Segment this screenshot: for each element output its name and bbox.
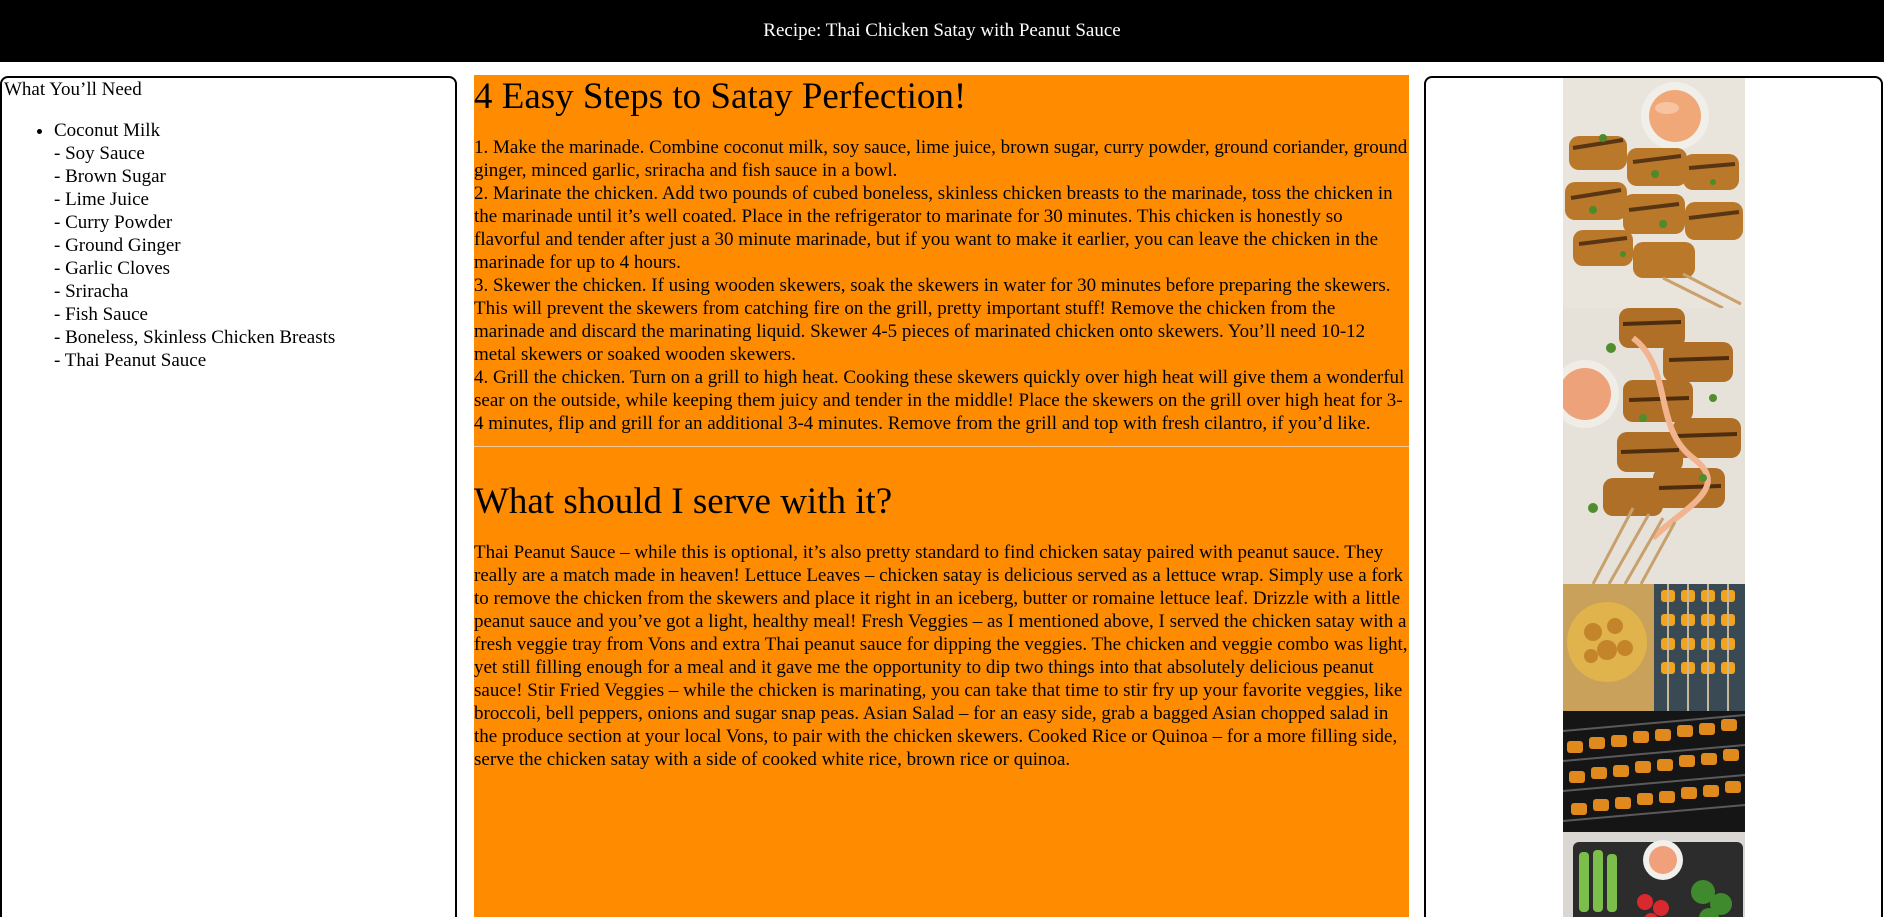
steps-section: 4 Easy Steps to Satay Perfection! 1. Mak… xyxy=(474,76,1409,435)
photos-panel xyxy=(1424,76,1883,917)
serve-heading: What should I serve with it? xyxy=(474,481,893,522)
page-header: Recipe: Thai Chicken Satay with Peanut S… xyxy=(0,0,1884,62)
page: Recipe: Thai Chicken Satay with Peanut S… xyxy=(0,0,1884,917)
satay-skewers-sauce-photo xyxy=(1563,308,1745,584)
ingredient-item: - Thai Peanut Sauce xyxy=(54,350,207,371)
step-item: 2. Marinate the chicken. Add two pounds … xyxy=(474,183,1393,273)
ingredient-item: - Fish Sauce xyxy=(54,304,148,325)
step-item: 3. Skewer the chicken. If using wooden s… xyxy=(474,275,1391,365)
page-title: Recipe: Thai Chicken Satay with Peanut S… xyxy=(763,20,1121,41)
ingredient-item: - Garlic Cloves xyxy=(54,258,171,279)
steps-heading: 4 Easy Steps to Satay Perfection! xyxy=(474,76,967,117)
step-item: 1. Make the marinade. Combine coconut mi… xyxy=(474,137,1408,181)
steps-text: 1. Make the marinade. Combine coconut mi… xyxy=(474,136,1409,435)
photo-strip xyxy=(1563,78,1745,917)
ingredient-item: - Soy Sauce xyxy=(54,143,145,164)
serve-text: Thai Peanut Sauce – while this is option… xyxy=(474,542,1408,770)
recipe-content: 4 Easy Steps to Satay Perfection! 1. Mak… xyxy=(474,75,1409,917)
ingredient-item: - Sriracha xyxy=(54,281,129,302)
ingredient-item: - Boneless, Skinless Chicken Breasts xyxy=(54,327,336,348)
section-divider xyxy=(474,446,1409,447)
ingredient-item: - Brown Sugar xyxy=(54,166,166,187)
ingredient-list-item: Coconut Milk - Soy Sauce - Brown Sugar -… xyxy=(54,119,455,372)
ingredients-list: Coconut Milk - Soy Sauce - Brown Sugar -… xyxy=(2,119,455,372)
step-item: 4. Grill the chicken. Turn on a grill to… xyxy=(474,367,1405,434)
ingredients-heading: What You’ll Need xyxy=(4,79,142,100)
grilling-skewers-photo xyxy=(1563,711,1745,832)
ingredients-panel: What You’ll Need Coconut Milk - Soy Sauc… xyxy=(0,76,457,917)
ingredient-item: - Curry Powder xyxy=(54,212,173,233)
ingredient-item: - Ground Ginger xyxy=(54,235,181,256)
ingredient-item: - Lime Juice xyxy=(54,189,149,210)
marinade-and-skewers-photo xyxy=(1563,584,1745,711)
satay-platter-photo xyxy=(1563,78,1745,308)
veggie-tray-photo xyxy=(1563,832,1745,917)
ingredient-item: Coconut Milk xyxy=(54,120,161,141)
serve-section: What should I serve with it? Thai Peanut… xyxy=(474,481,1409,771)
